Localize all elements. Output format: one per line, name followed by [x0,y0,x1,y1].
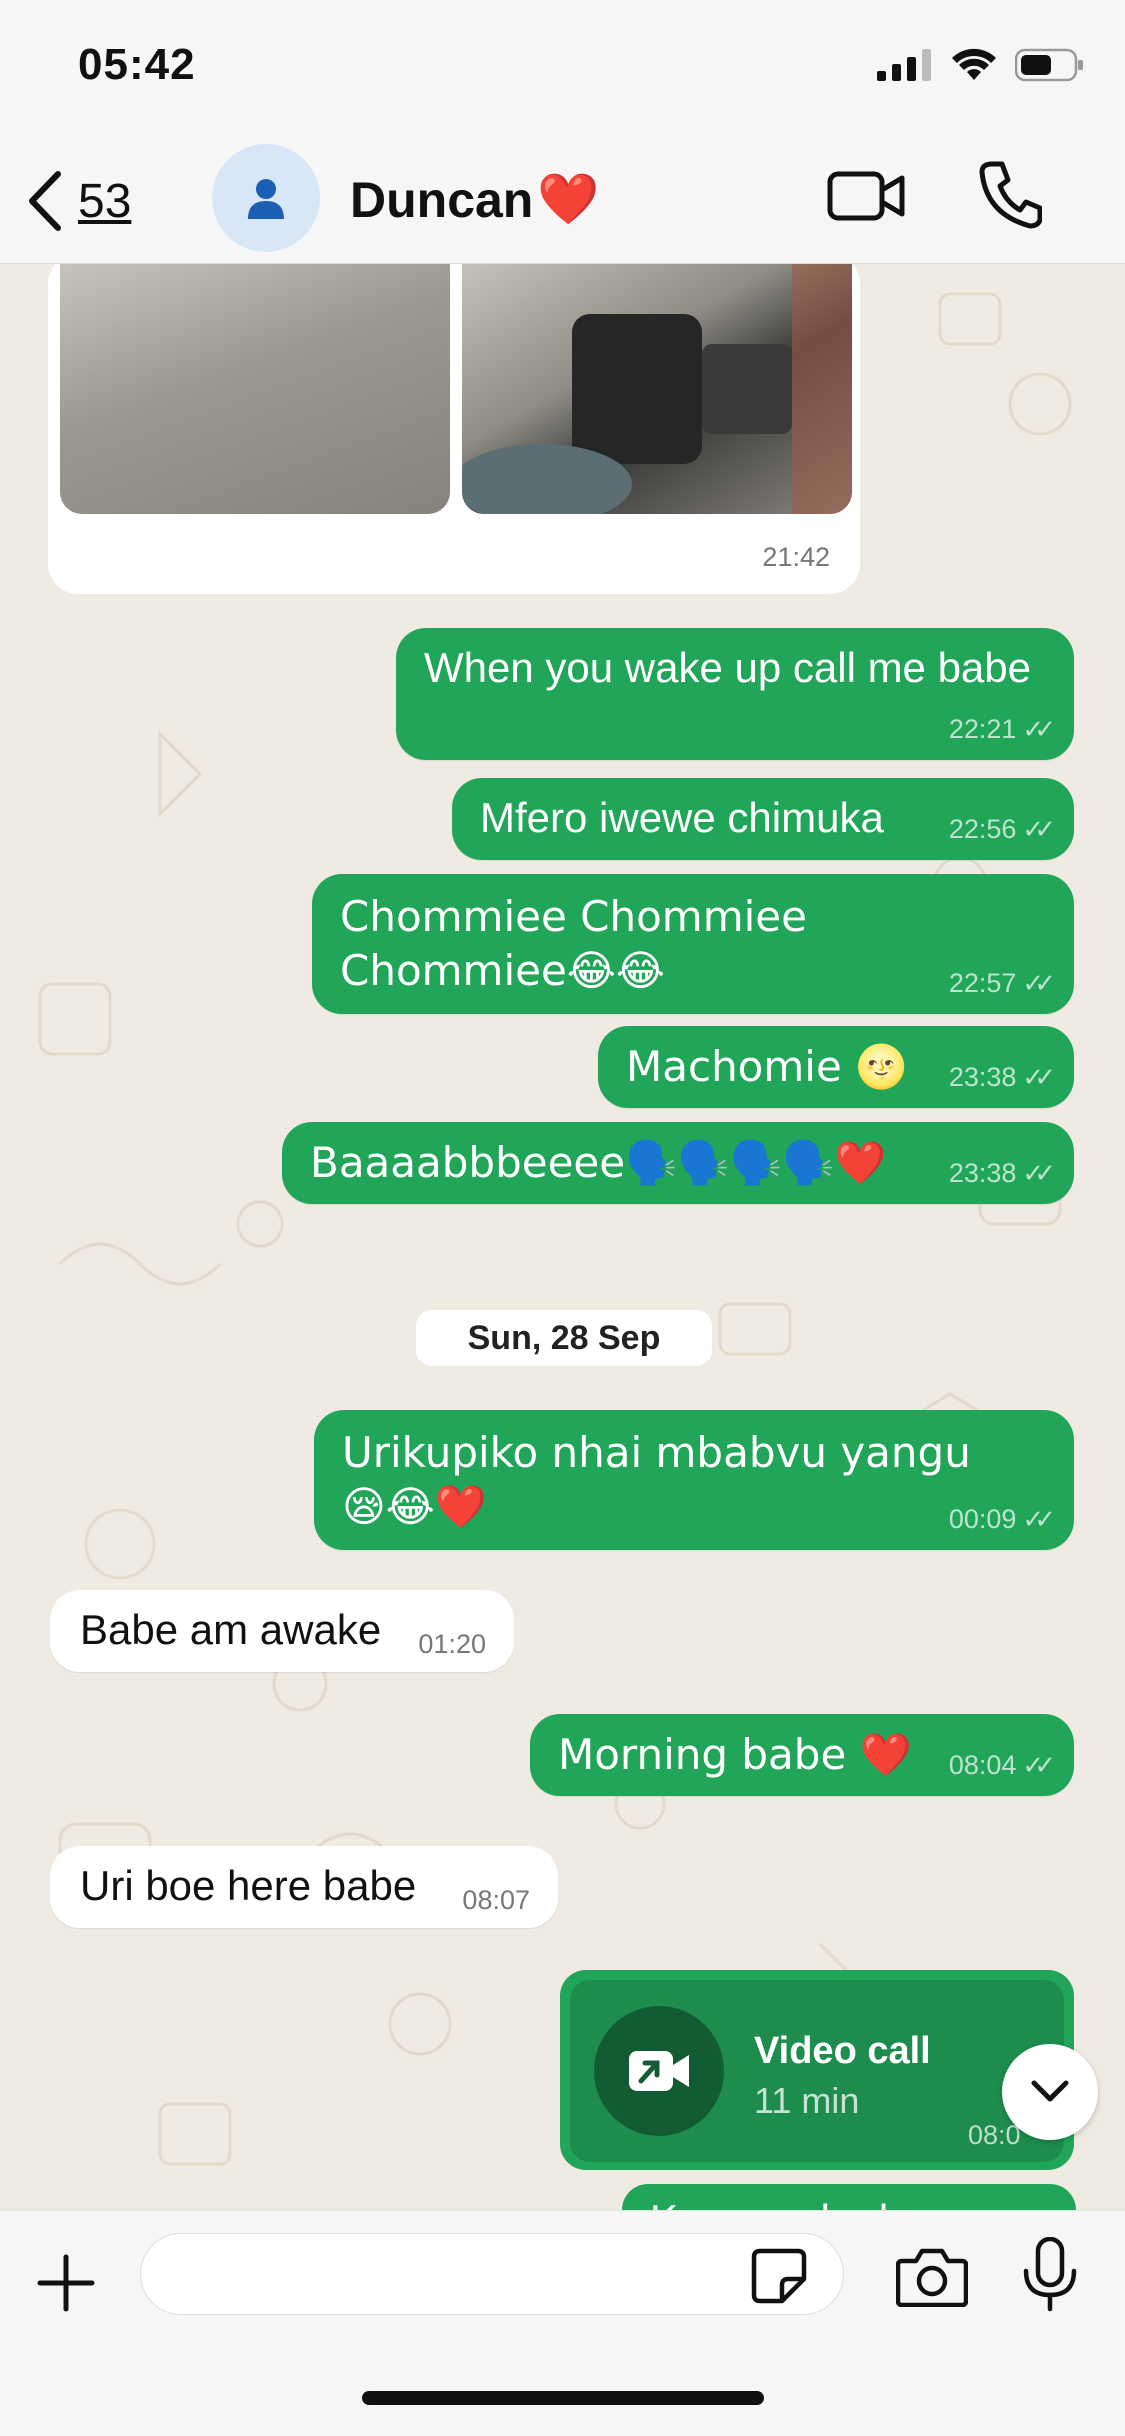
status-bar: 05:42 [0,0,1125,140]
message-in[interactable]: Uri boe here babe 08:07 [50,1846,558,1928]
read-receipt-icon: ✓✓ [1022,1504,1055,1534]
message-time: 00:09 [948,1504,1017,1534]
sticker-button[interactable] [750,2247,808,2310]
date-separator: Sun, 28 Sep [416,1310,712,1366]
chat-area[interactable]: 21:42 When you wake up call me babe 22:2… [0,264,1125,2210]
read-receipt-icon: ✓✓ [1022,968,1055,998]
message-time: 01:20 [418,1629,486,1659]
attach-button[interactable] [36,2253,96,2318]
message-out[interactable]: Machomie 🌝 23:38 ✓✓ [598,1026,1074,1108]
microphone-icon [1023,2236,1077,2312]
message-out[interactable]: Urikupiko nhai mbabvu yangu 😪😂❤️ 00:09 ✓✓ [314,1410,1074,1550]
battery-icon [1015,48,1083,82]
contact-name-text: Duncan [350,171,534,228]
video-call-card-inner: Video call 11 min 08:0 [570,1980,1064,2162]
input-bar [0,2210,1125,2436]
message-time: 08:04 [948,1750,1017,1780]
message-text: Chommiee Chommiee Chommiee😂😂 [340,892,807,995]
video-call-outgoing-icon [629,2051,689,2091]
read-receipt-icon: ✓✓ [1022,714,1055,744]
message-text: Baaaabbbeeee🗣️🗣️🗣️🗣️❤️ [310,1138,887,1187]
voice-call-button[interactable] [978,158,1043,235]
plus-icon [37,2254,95,2312]
status-time: 05:42 [78,40,196,89]
video-call-title: Video call [754,2030,931,2072]
message-text: Kunapro ha kw [650,2196,930,2210]
camera-button[interactable] [895,2247,969,2312]
message-text: Machomie 🌝 [626,1042,908,1091]
message-text: Mfero iwewe chimuka [480,794,884,841]
message-text: Urikupiko nhai mbabvu yangu 😪😂❤️ [342,1428,971,1531]
image-message-time: 21:42 [762,542,830,572]
video-call-button[interactable] [826,164,906,233]
read-receipt-icon: ✓✓ [1022,1062,1055,1092]
person-icon [248,179,284,219]
message-out[interactable]: Mfero iwewe chimuka 22:56 ✓✓ [452,778,1074,860]
status-icons [877,48,1085,82]
message-text: Babe am awake [80,1606,382,1653]
message-out[interactable]: Chommiee Chommiee Chommiee😂😂 22:57 ✓✓ [312,874,1074,1014]
message-out[interactable]: Baaaabbbeeee🗣️🗣️🗣️🗣️❤️ 23:38 ✓✓ [282,1122,1074,1204]
contact-name[interactable]: Duncan ❤️ [350,170,600,229]
message-time: 08:07 [462,1885,530,1915]
message-time: 22:57 [948,968,1017,998]
photo-floor[interactable] [60,264,450,514]
message-text: Uri boe here babe [80,1862,417,1909]
phone-icon [979,161,1043,229]
unread-count: 53 [78,174,132,228]
message-time: 22:21 [948,714,1017,744]
message-time: 22:56 [948,814,1017,844]
photo-machine[interactable] [462,264,852,514]
video-call-message[interactable]: Video call 11 min 08:0 [560,1970,1074,2170]
avatar[interactable] [212,144,320,252]
chevron-down-icon [1031,2080,1069,2102]
machine-image [462,264,852,514]
read-receipt-icon: ✓✓ [1022,1750,1055,1780]
back-button[interactable]: 53 [24,168,131,234]
scroll-to-bottom-button[interactable] [1002,2044,1098,2140]
chat-header: 53 Duncan ❤️ [0,140,1125,264]
cellular-signal-icon [877,49,931,81]
camera-icon [895,2248,969,2308]
message-in[interactable]: Babe am awake 01:20 [50,1590,514,1672]
home-indicator[interactable] [362,2391,764,2405]
message-out[interactable]: Morning babe ❤️ 08:04 ✓✓ [530,1714,1074,1796]
read-receipt-icon: ✓✓ [1022,814,1055,844]
message-out-partial[interactable]: Kunapro ha kw [622,2184,1076,2210]
video-call-duration: 11 min [754,2080,860,2121]
video-call-time: 08:0 [968,2120,1021,2150]
message-input[interactable] [140,2233,844,2315]
message-text: Morning babe ❤️ [558,1730,912,1779]
message-out[interactable]: When you wake up call me babe 22:21 ✓✓ [396,628,1074,760]
read-receipt-icon: ✓✓ [1022,1158,1055,1188]
image-message[interactable]: 21:42 [48,264,860,594]
message-time: 23:38 [948,1158,1017,1188]
message-time: 23:38 [948,1062,1017,1092]
message-text: When you wake up call me babe [424,644,1032,691]
wifi-icon [952,48,996,80]
video-camera-icon [827,171,905,221]
sticker-icon [751,2248,807,2304]
heart-emoji: ❤️ [537,170,600,228]
microphone-button[interactable] [1022,2236,1078,2318]
chevron-left-icon [29,171,61,231]
video-call-icon-circle [594,2006,724,2136]
